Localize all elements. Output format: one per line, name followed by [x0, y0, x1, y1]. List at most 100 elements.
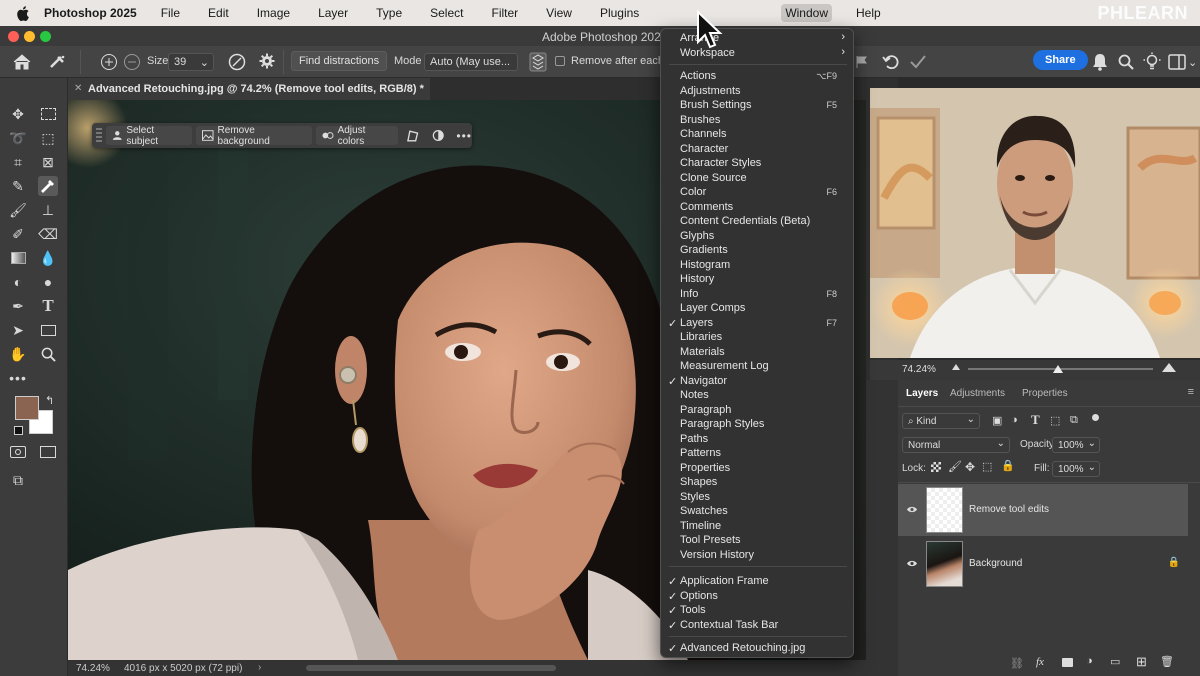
layer-name[interactable]: Remove tool edits	[969, 504, 1049, 515]
zoom-tool-icon[interactable]	[38, 344, 58, 364]
layer-row-remove-tool-edits[interactable]: Remove tool edits	[898, 484, 1188, 536]
menu-item-character-styles[interactable]: Character Styles	[661, 157, 855, 171]
menu-item-history[interactable]: History	[661, 273, 855, 287]
brush-size-field[interactable]: 39 ⌄	[168, 53, 214, 71]
menu-item-options[interactable]: ✓ Options	[661, 590, 855, 604]
menu-item-tools[interactable]: ✓ Tools	[661, 604, 855, 618]
undo-icon[interactable]	[882, 53, 900, 71]
menu-item-layers[interactable]: ✓ Layers F7	[661, 317, 855, 331]
lock-all-icon[interactable]: 🔒	[1001, 459, 1015, 472]
menu-edit[interactable]: Edit	[204, 4, 233, 22]
menu-item-tool-presets[interactable]: Tool Presets	[661, 534, 855, 548]
menu-item-adjustments[interactable]: Adjustments	[661, 85, 855, 99]
menu-item-notes[interactable]: Notes	[661, 389, 855, 403]
menu-item-color[interactable]: Color F6	[661, 186, 855, 200]
close-tab-icon[interactable]: ✕	[74, 83, 82, 94]
edit-toolbar-icon[interactable]: •••	[8, 368, 28, 388]
delete-layer-trash-icon[interactable]: 🗑	[1160, 655, 1174, 668]
history-brush-tool-icon[interactable]: ✐	[8, 224, 28, 244]
menu-item-properties[interactable]: Properties	[661, 462, 855, 476]
menu-item-comments[interactable]: Comments	[661, 201, 855, 215]
bell-icon[interactable]	[1092, 53, 1108, 71]
tab-adjustments[interactable]: Adjustments	[950, 388, 1005, 399]
menu-item-clone-source[interactable]: Clone Source	[661, 172, 855, 186]
lasso-tool-icon[interactable]: ➰	[8, 128, 28, 148]
zoom-in-mountain-icon[interactable]	[1162, 363, 1176, 372]
burn-tool-icon[interactable]: ●	[38, 272, 58, 292]
adjustment-layer-filter-icon[interactable]: ◑	[1011, 414, 1018, 426]
lock-pixels-brush-icon[interactable]: 🖌	[948, 460, 962, 473]
clone-stamp-tool-icon[interactable]: ⊥	[38, 200, 58, 220]
menu-item-brush-settings[interactable]: Brush Settings F5	[661, 99, 855, 113]
navigator-zoom[interactable]: 74.24%	[902, 364, 936, 375]
foreground-color-swatch[interactable]	[15, 396, 39, 420]
menu-window[interactable]: Window	[781, 4, 832, 22]
filter-toggle-icon[interactable]	[1092, 414, 1099, 421]
share-button[interactable]: Share	[1033, 50, 1088, 70]
menu-item-glyphs[interactable]: Glyphs	[661, 230, 855, 244]
menu-item-application-frame[interactable]: ✓ Application Frame	[661, 575, 855, 589]
link-layers-icon[interactable]: ⛓	[1010, 657, 1024, 670]
commit-checkmark-icon[interactable]	[909, 54, 927, 70]
type-tool-icon[interactable]: T	[38, 296, 58, 316]
object-selection-tool-icon[interactable]: ⬚	[38, 128, 58, 148]
pressure-size-icon[interactable]	[227, 52, 247, 72]
menu-item-actions[interactable]: Actions ⌥F9	[661, 70, 855, 84]
menu-item-channels[interactable]: Channels	[661, 128, 855, 142]
menu-item-character[interactable]: Character	[661, 143, 855, 157]
menu-item-gradients[interactable]: Gradients	[661, 244, 855, 258]
brush-tool-icon[interactable]: 🖌	[8, 200, 28, 220]
menu-item-timeline[interactable]: Timeline	[661, 520, 855, 534]
menu-item-navigator[interactable]: ✓ Navigator	[661, 375, 855, 389]
new-group-folder-icon[interactable]: ▭	[1110, 655, 1120, 668]
drag-handle[interactable]	[96, 127, 102, 144]
layer-name[interactable]: Background	[969, 558, 1022, 569]
chevron-right-icon[interactable]: ›	[258, 662, 261, 673]
remove-background-button[interactable]: Remove background	[196, 125, 313, 147]
apple-icon[interactable]	[16, 5, 30, 21]
menu-image[interactable]: Image	[253, 4, 294, 22]
adjust-colors-button[interactable]: Adjust colors	[316, 125, 399, 147]
menu-item-paragraph[interactable]: Paragraph	[661, 404, 855, 418]
menu-layer[interactable]: Layer	[314, 4, 352, 22]
add-mode-icon[interactable]	[100, 53, 118, 71]
menu-item-info[interactable]: Info F8	[661, 288, 855, 302]
menu-item-measurement-log[interactable]: Measurement Log	[661, 360, 855, 374]
menu-item-histogram[interactable]: Histogram	[661, 259, 855, 273]
mode-dropdown[interactable]: Auto (May use...	[424, 53, 518, 71]
flag-icon[interactable]	[855, 55, 869, 69]
adjustment-layer-icon[interactable]	[432, 129, 444, 142]
lock-transparency-icon[interactable]	[931, 462, 941, 472]
remove-tool-preset-icon[interactable]	[48, 54, 66, 70]
menu-item-materials[interactable]: Materials	[661, 346, 855, 360]
menu-type[interactable]: Type	[372, 4, 406, 22]
fx-icon[interactable]: fx	[1036, 656, 1044, 668]
shape-layer-filter-icon[interactable]: ⬚	[1050, 414, 1060, 427]
subtract-mode-icon[interactable]	[123, 53, 141, 71]
find-distractions-button[interactable]: Find distractions	[291, 51, 388, 71]
search-icon[interactable]	[1118, 54, 1134, 70]
opacity-field[interactable]: 100% ⌄	[1052, 437, 1100, 453]
layer-filter-dropdown[interactable]: ⌕ Kind ⌄	[902, 413, 980, 429]
sample-all-layers-icon[interactable]	[528, 51, 548, 73]
tab-properties[interactable]: Properties	[1022, 388, 1068, 399]
workspace-icon[interactable]	[1168, 54, 1186, 70]
transform-icon[interactable]	[406, 129, 419, 143]
panel-menu-icon[interactable]: ≡	[1188, 386, 1194, 398]
menu-item-patterns[interactable]: Patterns	[661, 447, 855, 461]
discover-lightbulb-icon[interactable]	[1143, 52, 1161, 72]
eyedropper-tool-icon[interactable]: ✎	[8, 176, 28, 196]
rectangle-tool-icon[interactable]	[38, 320, 58, 340]
menu-item-workspace[interactable]: Workspace ›	[661, 46, 855, 61]
menu-file[interactable]: File	[157, 4, 184, 22]
lock-artboard-icon[interactable]: ⬚	[982, 460, 992, 473]
pen-tool-icon[interactable]: ✒	[8, 296, 28, 316]
crop-tool-icon[interactable]: ⌗	[8, 152, 28, 172]
gear-icon[interactable]	[259, 53, 275, 69]
type-layer-filter-icon[interactable]: T	[1031, 412, 1040, 428]
path-selection-tool-icon[interactable]: ➤	[8, 320, 28, 340]
more-options-icon[interactable]: •••	[456, 129, 472, 143]
blend-mode-dropdown[interactable]: Normal ⌄	[902, 437, 1010, 453]
menu-item-swatches[interactable]: Swatches	[661, 505, 855, 519]
minimize-window-button[interactable]	[24, 31, 35, 42]
